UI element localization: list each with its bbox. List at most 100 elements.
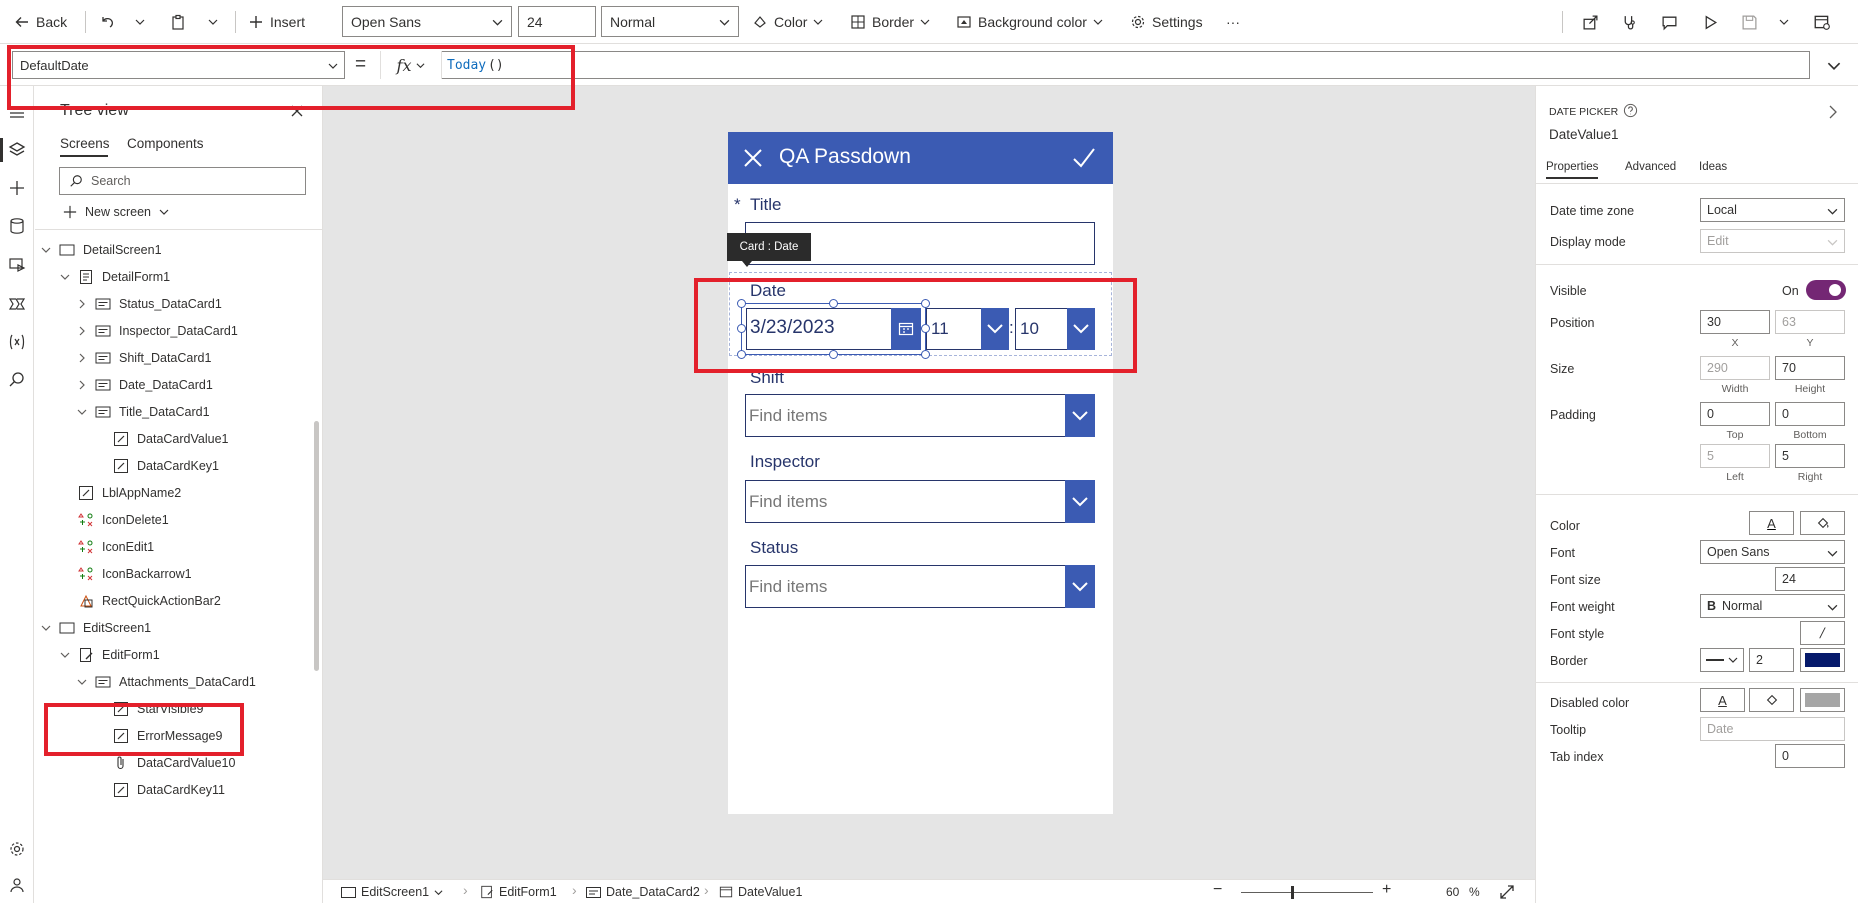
width-input[interactable]: 290 — [1700, 356, 1770, 380]
padding-left-input[interactable]: 5 — [1700, 444, 1770, 468]
checkmark-icon[interactable] — [1072, 147, 1096, 169]
cancel-x-icon[interactable] — [743, 148, 763, 168]
background-color-button[interactable]: Background color — [956, 0, 1103, 44]
font-weight-select[interactable]: B Normal — [1700, 594, 1845, 618]
border-button[interactable]: Border — [850, 0, 930, 44]
breadcrumb-editform1[interactable]: EditForm1 — [480, 880, 557, 904]
share-button[interactable] — [1582, 0, 1599, 44]
minute-dropdown-button[interactable] — [1067, 308, 1095, 350]
chevron-down-icon[interactable] — [41, 245, 51, 255]
app-checker-button[interactable] — [1621, 0, 1638, 44]
more-button[interactable]: ··· — [1226, 0, 1240, 44]
resize-handle[interactable] — [829, 299, 838, 308]
chevron-down-icon[interactable] — [60, 272, 70, 282]
chevron-down-icon[interactable] — [77, 677, 87, 687]
help-icon[interactable] — [1623, 103, 1638, 118]
zoom-out-button[interactable]: − — [1213, 881, 1222, 899]
tooltip-input[interactable]: Date — [1700, 717, 1845, 741]
save-button[interactable] — [1741, 0, 1758, 44]
color-button[interactable]: Color — [752, 0, 823, 44]
height-input[interactable]: 70 — [1775, 356, 1845, 380]
inspector-combobox[interactable]: Find items — [745, 480, 1095, 523]
status-dropdown-button[interactable] — [1065, 565, 1095, 608]
expand-formula-icon[interactable] — [1827, 59, 1841, 73]
hour-select[interactable]: 11 — [926, 308, 1009, 350]
chevron-down-icon[interactable] — [41, 623, 51, 633]
save-dropdown[interactable] — [1779, 0, 1789, 44]
hour-dropdown-button[interactable] — [981, 308, 1009, 350]
resize-handle[interactable] — [921, 350, 930, 359]
paste-button[interactable] — [170, 0, 186, 44]
fill-color-picker[interactable] — [1800, 511, 1845, 535]
comments-button[interactable] — [1661, 0, 1678, 44]
zoom-slider-thumb[interactable] — [1291, 886, 1294, 899]
resize-handle[interactable] — [737, 324, 746, 333]
close-icon[interactable] — [291, 105, 303, 117]
variables-icon[interactable] — [8, 333, 26, 351]
function-button[interactable]: fx — [380, 51, 442, 79]
border-color-picker[interactable] — [1800, 648, 1845, 672]
formula-input[interactable]: Today () — [442, 51, 1810, 79]
paste-dropdown[interactable] — [208, 0, 218, 44]
resize-handle[interactable] — [829, 350, 838, 359]
tree-search-input[interactable]: Search — [59, 167, 306, 195]
breadcrumb-date-datacard2[interactable]: Date_DataCard2 — [586, 880, 700, 904]
chevron-right-icon[interactable] — [1828, 105, 1838, 119]
padding-bottom-input[interactable]: 0 — [1775, 402, 1845, 426]
tab-components[interactable]: Components — [127, 136, 204, 151]
border-style-select[interactable] — [1700, 648, 1744, 672]
font-select[interactable]: Open Sans — [342, 6, 512, 37]
position-x-input[interactable]: 30 — [1700, 310, 1770, 334]
display-mode-select[interactable]: Edit — [1700, 229, 1845, 253]
resize-handle[interactable] — [737, 350, 746, 359]
status-combobox[interactable]: Find items — [745, 565, 1095, 608]
border-width-input[interactable]: 2 — [1749, 648, 1794, 672]
tab-index-input[interactable]: 0 — [1775, 744, 1845, 768]
font-weight-select[interactable]: Normal — [601, 6, 739, 37]
database-icon[interactable] — [8, 217, 26, 235]
insert-button[interactable]: Insert — [248, 0, 305, 44]
fit-to-window-icon[interactable] — [1500, 885, 1514, 899]
position-y-input[interactable]: 63 — [1775, 310, 1845, 334]
tree-scrollbar[interactable] — [314, 421, 319, 671]
power-automate-icon[interactable] — [8, 295, 26, 313]
layers-icon[interactable] — [8, 141, 26, 159]
tab-properties[interactable]: Properties — [1546, 161, 1599, 179]
media-icon[interactable] — [8, 256, 26, 274]
property-select[interactable]: DefaultDate — [12, 51, 345, 79]
disabled-text-color-picker[interactable]: A — [1700, 688, 1745, 712]
chevron-right-icon[interactable] — [77, 299, 87, 309]
resize-handle[interactable] — [921, 299, 930, 308]
chevron-right-icon[interactable] — [77, 380, 87, 390]
disabled-border-color-picker[interactable] — [1800, 688, 1845, 712]
chevron-right-icon[interactable] — [77, 326, 87, 336]
new-screen-button[interactable]: New screen — [63, 205, 169, 219]
chevron-right-icon[interactable] — [77, 353, 87, 363]
search-icon[interactable] — [8, 371, 26, 389]
italic-button[interactable]: / — [1800, 621, 1845, 645]
minute-select[interactable]: 10 — [1015, 308, 1095, 350]
shift-combobox[interactable]: Find items — [745, 394, 1095, 437]
zoom-slider-track[interactable] — [1241, 892, 1373, 893]
font-size-input[interactable]: 24 — [518, 6, 596, 37]
chevron-down-icon[interactable] — [77, 407, 87, 417]
virtual-agent-icon[interactable] — [8, 876, 26, 894]
breadcrumb-datevalue1[interactable]: DateValue1 — [719, 880, 802, 904]
date-time-zone-select[interactable]: Local — [1700, 198, 1845, 222]
shift-dropdown-button[interactable] — [1065, 394, 1095, 437]
disabled-fill-color-picker[interactable] — [1749, 688, 1794, 712]
tab-ideas[interactable]: Ideas — [1699, 161, 1727, 173]
gear-icon[interactable] — [8, 840, 26, 858]
font-size-input[interactable]: 24 — [1775, 567, 1845, 591]
preview-button[interactable] — [1702, 0, 1719, 44]
chevron-down-icon[interactable] — [60, 650, 70, 660]
visible-toggle[interactable] — [1806, 280, 1846, 300]
undo-dropdown[interactable] — [135, 0, 145, 44]
plus-icon[interactable] — [8, 179, 26, 197]
font-select[interactable]: Open Sans — [1700, 540, 1845, 564]
padding-right-input[interactable]: 5 — [1775, 444, 1845, 468]
text-color-picker[interactable]: A — [1749, 511, 1794, 535]
tab-screens[interactable]: Screens — [60, 136, 110, 157]
breadcrumb-editscreen1[interactable]: EditScreen1 — [341, 880, 443, 904]
tree-item[interactable]: DataCardKey11 — [95, 774, 225, 806]
